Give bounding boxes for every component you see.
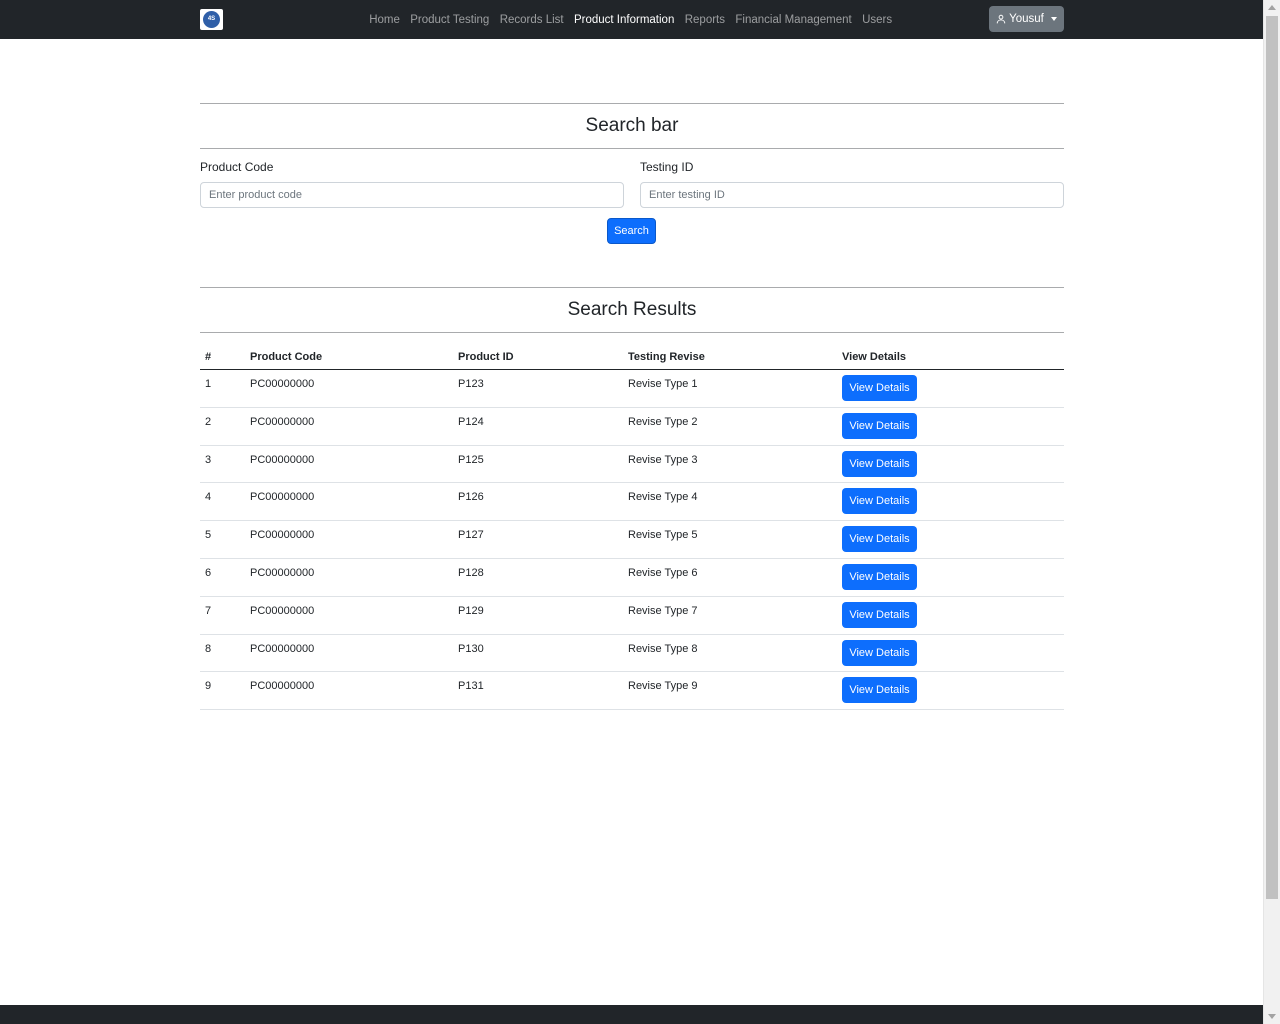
row-product-id: P128 — [458, 566, 484, 579]
row-product-code: PC00000000 — [250, 604, 315, 617]
column-header-product-id: Product ID — [458, 351, 514, 363]
row-number: 4 — [205, 491, 212, 504]
nav-link-financial-management[interactable]: Financial Management — [730, 14, 857, 26]
footer — [0, 1005, 1263, 1024]
column-header-testing-revise: Testing Revise — [628, 351, 705, 363]
product-code-label: Product Code — [200, 160, 274, 174]
row-product-code: PC00000000 — [250, 415, 315, 428]
view-details-button[interactable]: View Details — [842, 563, 917, 590]
divider-search-title — [200, 148, 1064, 149]
table-row: 7 PC00000000 P129 Revise Type 7 View Details — [200, 597, 1064, 635]
table-row: 2 PC00000000 P124 Revise Type 2 View Details — [200, 408, 1064, 446]
row-number: 7 — [205, 604, 212, 617]
search-button[interactable]: Search — [607, 218, 656, 244]
view-details-button[interactable]: View Details — [842, 450, 917, 477]
row-testing-revise: Revise Type 6 — [628, 566, 698, 579]
nav-link-records-list[interactable]: Records List — [495, 14, 569, 26]
user-icon — [996, 14, 1006, 24]
row-product-code: PC00000000 — [250, 566, 315, 579]
divider-results — [200, 287, 1064, 288]
column-header-view-details: View Details — [842, 351, 906, 363]
product-code-input[interactable] — [200, 182, 624, 208]
row-product-id: P124 — [458, 415, 484, 428]
row-testing-revise: Revise Type 2 — [628, 415, 698, 428]
row-product-code: PC00000000 — [250, 680, 315, 693]
row-product-id: P126 — [458, 491, 484, 504]
row-testing-revise: Revise Type 8 — [628, 642, 698, 655]
page-scrollbar[interactable] — [1263, 0, 1280, 1024]
table-row: 6 PC00000000 P128 Revise Type 6 View Details — [200, 559, 1064, 597]
row-product-code: PC00000000 — [250, 642, 315, 655]
column-header-number: # — [205, 351, 212, 363]
user-name: Yousuf — [1009, 13, 1044, 25]
results-table: # Product Code Product ID Testing Revise… — [200, 346, 1064, 711]
row-product-code: PC00000000 — [250, 453, 315, 466]
divider-top — [200, 103, 1064, 104]
table-row: 8 PC00000000 P130 Revise Type 8 View Details — [200, 635, 1064, 673]
row-testing-revise: Revise Type 7 — [628, 604, 698, 617]
table-row: 5 PC00000000 P127 Revise Type 5 View Details — [200, 521, 1064, 559]
row-number: 2 — [205, 415, 212, 428]
row-product-id: P129 — [458, 604, 484, 617]
top-navbar: 4S Home Product Testing Records List Pro… — [0, 0, 1263, 39]
nav-link-reports[interactable]: Reports — [680, 14, 731, 26]
table-row: 9 PC00000000 P131 Revise Type 9 View Details — [200, 672, 1064, 711]
row-testing-revise: Revise Type 3 — [628, 453, 698, 466]
table-body: 1 PC00000000 P123 Revise Type 1 View Details… — [200, 370, 1064, 711]
column-header-product-code: Product Code — [250, 351, 323, 363]
scroll-down-arrow-icon[interactable] — [1268, 1014, 1276, 1019]
user-menu-button[interactable]: Yousuf — [989, 6, 1064, 32]
table-row: 4 PC00000000 P126 Revise Type 4 View Details — [200, 483, 1064, 522]
nav-link-product-testing[interactable]: Product Testing — [405, 14, 494, 26]
testing-id-input[interactable] — [640, 182, 1064, 208]
row-product-code: PC00000000 — [250, 378, 315, 390]
row-number: 9 — [205, 680, 212, 693]
row-number: 1 — [205, 378, 212, 390]
view-details-button[interactable]: View Details — [842, 601, 917, 628]
row-testing-revise: Revise Type 4 — [628, 491, 698, 504]
page: 4S Home Product Testing Records List Pro… — [0, 0, 1263, 1024]
row-number: 5 — [205, 529, 212, 542]
row-number: 3 — [205, 453, 212, 466]
view-details-button[interactable]: View Details — [842, 488, 917, 515]
row-product-code: PC00000000 — [250, 529, 315, 542]
view-details-button[interactable]: View Details — [842, 677, 917, 704]
row-product-id: P125 — [458, 453, 484, 466]
view-details-button[interactable]: View Details — [842, 412, 917, 439]
row-product-id: P131 — [458, 680, 484, 693]
table-row: 3 PC00000000 P125 Revise Type 3 View Details — [200, 446, 1064, 484]
nav-link-home[interactable]: Home — [364, 14, 405, 26]
view-details-button[interactable]: View Details — [842, 375, 917, 401]
row-product-id: P123 — [458, 378, 484, 390]
brand-logo[interactable]: 4S — [200, 9, 223, 30]
row-testing-revise: Revise Type 5 — [628, 529, 698, 542]
table-header: # Product Code Product ID Testing Revise… — [200, 346, 1064, 370]
chevron-down-icon — [1050, 17, 1057, 21]
table-row: 1 PC00000000 P123 Revise Type 1 View Details — [200, 370, 1064, 408]
row-product-id: P127 — [458, 529, 484, 542]
row-testing-revise: Revise Type 9 — [628, 680, 698, 693]
logo-mark: 4S — [203, 11, 220, 28]
row-testing-revise: Revise Type 1 — [628, 378, 698, 390]
search-bar-title: Search bar — [585, 115, 679, 136]
row-product-id: P130 — [458, 642, 484, 655]
search-results-title: Search Results — [567, 299, 697, 320]
scrollbar-thumb[interactable] — [1266, 16, 1278, 899]
row-number: 6 — [205, 566, 212, 579]
view-details-button[interactable]: View Details — [842, 526, 917, 553]
row-product-code: PC00000000 — [250, 491, 315, 504]
nav-links: Home Product Testing Records List Produc… — [364, 0, 897, 39]
scroll-up-arrow-icon[interactable] — [1268, 5, 1276, 10]
nav-link-product-information[interactable]: Product Information — [569, 14, 680, 26]
view-details-button[interactable]: View Details — [842, 639, 917, 666]
row-number: 8 — [205, 642, 212, 655]
divider-results-title — [200, 332, 1064, 333]
testing-id-label: Testing ID — [640, 160, 694, 174]
nav-link-users[interactable]: Users — [857, 14, 897, 26]
